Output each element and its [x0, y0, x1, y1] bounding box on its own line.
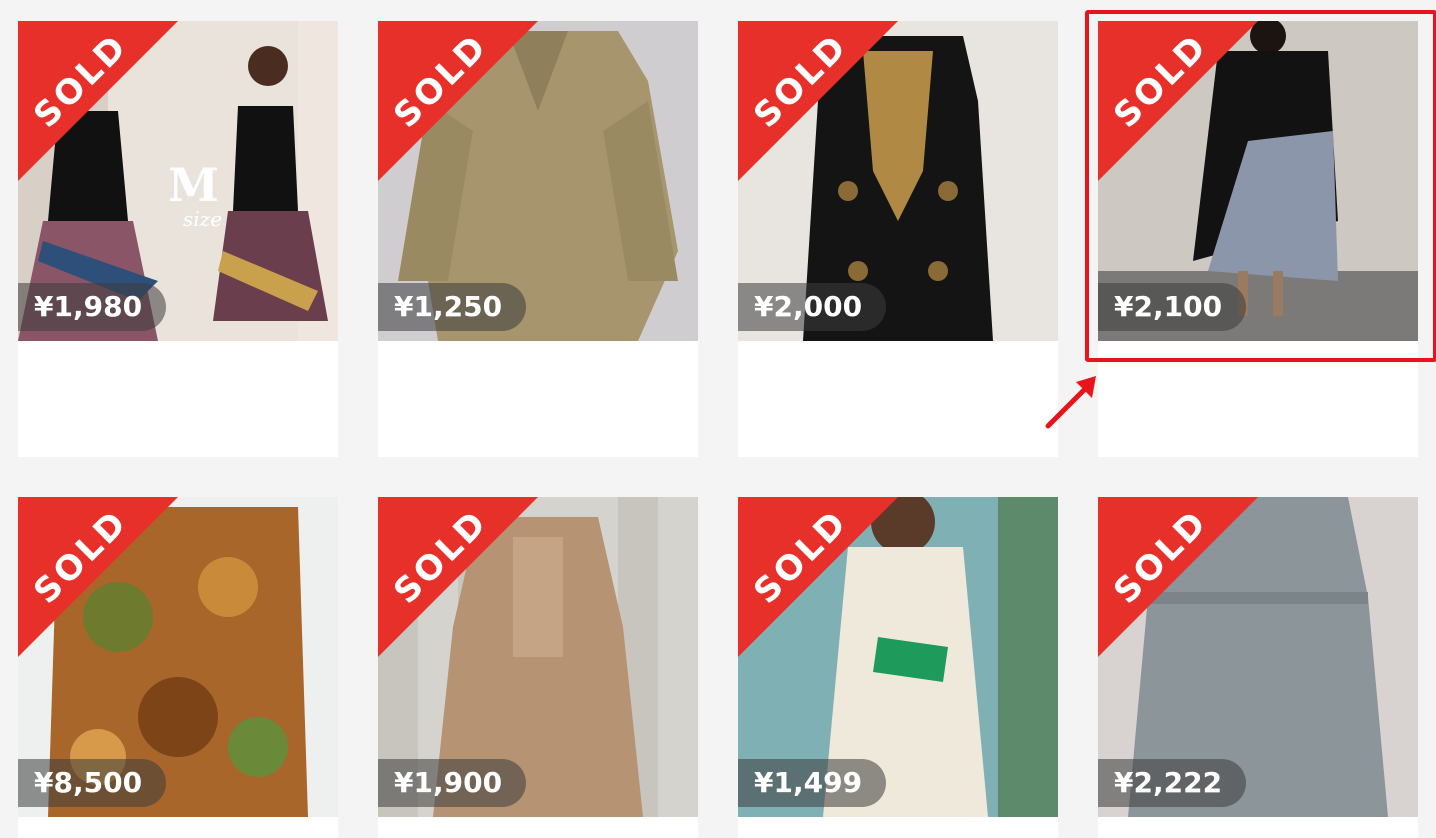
product-thumbnail[interactable]: SOLD ¥2,222: [1098, 497, 1418, 817]
svg-text:size: size: [183, 207, 222, 231]
price-tag: ¥1,980: [18, 283, 167, 331]
price-tag: ¥8,500: [18, 759, 167, 807]
product-thumbnail[interactable]: SOLD ¥1,250: [378, 21, 698, 341]
product-card[interactable]: SOLD ¥2,222: [1098, 497, 1418, 838]
price-tag: ¥1,900: [378, 759, 527, 807]
product-card[interactable]: SOLD ¥2,000: [738, 21, 1058, 457]
product-card[interactable]: SOLD ¥8,500: [18, 497, 338, 838]
price-tag: ¥2,222: [1098, 759, 1247, 807]
product-thumbnail[interactable]: SOLD ¥8,500: [18, 497, 338, 817]
product-card[interactable]: M size SOLD ¥1,980: [18, 21, 338, 457]
product-card[interactable]: SOLD ¥1,900: [378, 497, 698, 838]
product-thumbnail[interactable]: M size SOLD ¥1,980: [18, 21, 338, 341]
product-thumbnail[interactable]: SOLD ¥2,000: [738, 21, 1058, 341]
price-tag: ¥2,000: [738, 283, 887, 331]
red-arrow-icon: [1045, 376, 1096, 429]
highlight-box: [1085, 10, 1436, 362]
product-card[interactable]: SOLD ¥1,250: [378, 21, 698, 457]
product-thumbnail[interactable]: SOLD ¥1,900: [378, 497, 698, 817]
price-tag: ¥1,499: [738, 759, 887, 807]
product-card[interactable]: SOLD ¥1,499: [738, 497, 1058, 838]
price-tag: ¥1,250: [378, 283, 527, 331]
product-thumbnail[interactable]: SOLD ¥1,499: [738, 497, 1058, 817]
